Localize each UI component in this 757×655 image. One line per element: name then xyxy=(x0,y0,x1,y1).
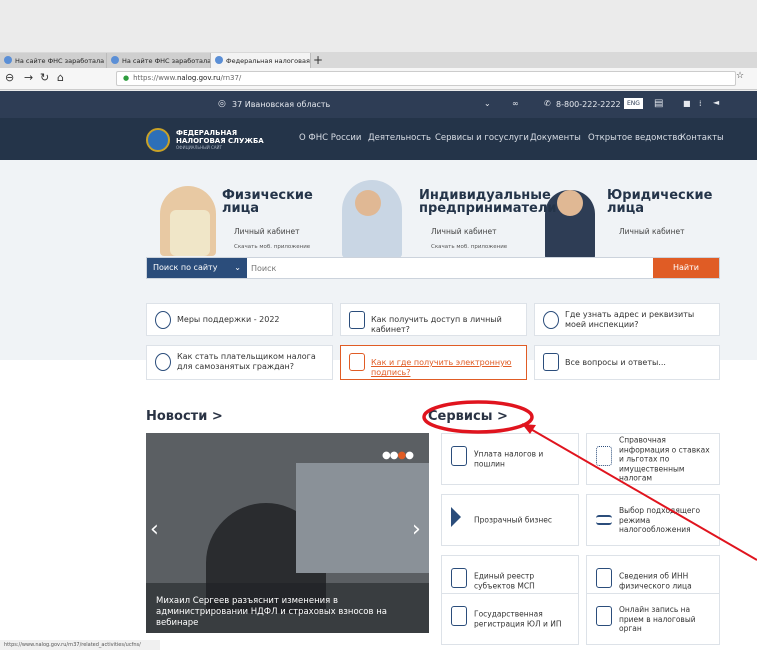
annotation-arrow-line xyxy=(521,423,757,561)
annotation-ellipse xyxy=(422,400,534,434)
annotation-overlay xyxy=(422,400,757,561)
annotation-arrowhead xyxy=(522,424,536,434)
